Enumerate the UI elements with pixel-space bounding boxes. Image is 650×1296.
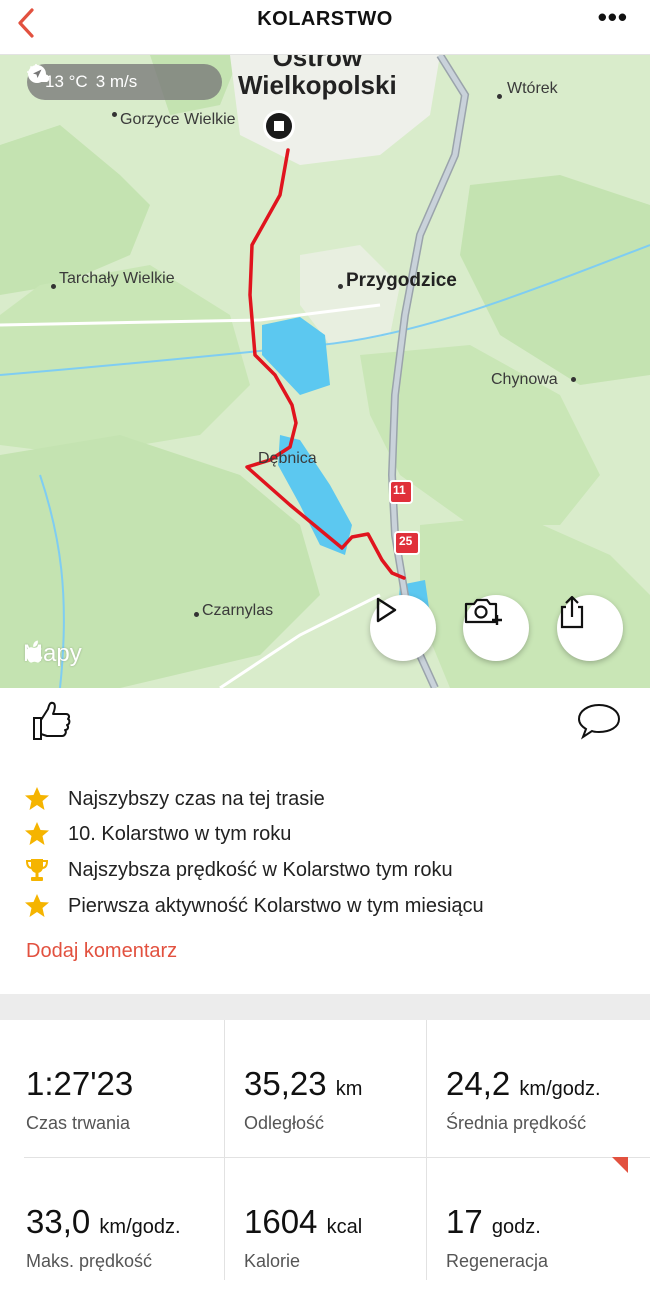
add-photo-button[interactable] xyxy=(463,595,529,661)
achievement-text: Pierwsza aktywność Kolarstwo w tym miesi… xyxy=(68,894,484,917)
place-dot xyxy=(571,377,576,382)
place-dot xyxy=(338,284,343,289)
star-icon xyxy=(24,893,50,919)
stat-value: 33,0 km/godz. xyxy=(26,1203,181,1240)
stat-label: Czas trwania xyxy=(26,1113,131,1133)
place-dot xyxy=(497,94,502,99)
weather-badge: 13 °C 3 m/s xyxy=(27,64,222,100)
stat-avg-speed: 24,2 km/godz. Średnia prędkość xyxy=(446,1020,646,1158)
stat-value: 35,23 km xyxy=(244,1065,363,1102)
stat-label: Maks. prędkość xyxy=(26,1251,153,1271)
stat-label: Kalorie xyxy=(244,1251,301,1271)
camera-plus-icon xyxy=(464,598,502,625)
top-bar: KOLARSTWO ••• xyxy=(0,0,650,55)
speech-bubble-icon xyxy=(577,703,621,740)
achievement-text: 10. Kolarstwo w tym roku xyxy=(68,822,292,845)
stat-value: 17 godz. xyxy=(446,1203,541,1240)
page-title: KOLARSTWO xyxy=(257,8,393,30)
trophy-icon xyxy=(24,857,50,883)
stat-value: 24,2 km/godz. xyxy=(446,1065,601,1102)
wind-speed-value: 3 m/s xyxy=(95,72,138,91)
route-map[interactable]: 11 25 13 °C 3 m/s Ostrów Wielkopolski Go… xyxy=(0,55,650,688)
apple-logo-icon xyxy=(25,640,43,663)
share-button[interactable] xyxy=(557,595,623,661)
stat-label: Odległość xyxy=(244,1113,325,1133)
like-button[interactable] xyxy=(30,699,74,748)
achievements-list: Najszybszy czas na tej trasie 10. Kolars… xyxy=(0,756,650,994)
stat-max-speed: 33,0 km/godz. Maks. prędkość xyxy=(26,1158,226,1296)
add-comment-link[interactable]: Dodaj komentarz xyxy=(26,940,177,963)
achievement-item: 10. Kolarstwo w tym roku xyxy=(24,819,291,849)
stat-value: 1:27'23 xyxy=(26,1065,134,1102)
stat-value: 1604 kcal xyxy=(244,1203,363,1240)
achievement-item: Pierwsza aktywność Kolarstwo w tym miesi… xyxy=(24,891,484,921)
thumbs-up-icon xyxy=(33,701,71,740)
place-dot xyxy=(112,112,117,117)
stats-grid: 1:27'23 Czas trwania 35,23 km Odległość … xyxy=(0,1020,650,1280)
place-dot xyxy=(51,284,56,289)
place-dot xyxy=(194,612,199,617)
achievement-item: Najszybszy czas na tej trasie xyxy=(24,784,325,814)
stat-label: Regeneracja xyxy=(446,1251,549,1271)
place-debnica: Dębnica xyxy=(258,450,317,467)
place-ostrow-line1: Ostrów xyxy=(272,55,363,72)
stat-duration: 1:27'23 Czas trwania xyxy=(26,1020,226,1158)
share-icon xyxy=(560,595,584,629)
road-25-label: 25 xyxy=(399,534,413,548)
road-11-label: 11 xyxy=(393,483,406,497)
place-chynowa: Chynowa xyxy=(491,371,558,388)
achievement-text: Najszybszy czas na tej trasie xyxy=(68,787,325,810)
achievement-item: Najszybsza prędkość w Kolarstwo tym roku xyxy=(24,855,453,885)
place-ostrow: Ostrów Wielkopolski xyxy=(238,55,397,99)
star-icon xyxy=(24,786,50,812)
wind-direction-icon xyxy=(28,65,46,83)
stat-recovery: 17 godz. Regeneracja xyxy=(446,1158,646,1296)
maps-brand: Mapy xyxy=(23,640,82,668)
place-przygodzice: Przygodzice xyxy=(346,270,457,291)
place-gorzyce: Gorzyce Wielkie xyxy=(120,111,236,128)
section-divider xyxy=(0,994,650,1020)
place-czarnylas: Czarnylas xyxy=(202,602,274,619)
more-options-button[interactable]: ••• xyxy=(598,4,628,30)
temperature-value: 13 °C xyxy=(45,72,88,91)
comment-button[interactable] xyxy=(576,701,622,746)
place-wtorek: Wtórek xyxy=(507,80,558,97)
achievement-text: Najszybsza prędkość w Kolarstwo tym roku xyxy=(68,858,453,881)
star-icon xyxy=(24,821,50,847)
stat-distance: 35,23 km Odległość xyxy=(244,1020,444,1158)
place-tarchaly: Tarchały Wielkie xyxy=(59,270,175,287)
play-route-button[interactable] xyxy=(370,595,436,661)
stat-calories: 1604 kcal Kalorie xyxy=(244,1158,444,1296)
play-icon xyxy=(376,597,397,623)
place-ostrow-line2: Wielkopolski xyxy=(238,70,397,100)
social-bar xyxy=(0,689,650,755)
stat-label: Średnia prędkość xyxy=(446,1113,587,1133)
